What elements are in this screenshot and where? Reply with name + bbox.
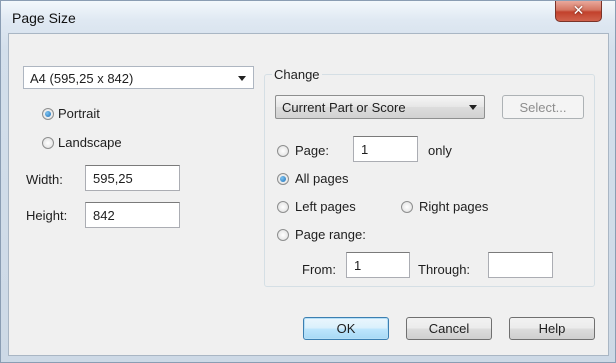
from-input[interactable]: 1 <box>346 252 410 278</box>
page-range-label[interactable]: Page range: <box>295 227 366 242</box>
close-button[interactable]: ✕ <box>555 1 602 22</box>
height-label: Height: <box>26 208 68 223</box>
help-button[interactable]: Help <box>509 317 595 340</box>
page-label[interactable]: Page: <box>295 143 329 158</box>
page-size-value: A4 (595,25 x 842) <box>30 71 134 86</box>
right-pages-radio[interactable] <box>401 201 413 213</box>
portrait-label[interactable]: Portrait <box>58 106 100 121</box>
width-input[interactable]: 595,25 <box>85 165 180 191</box>
page-range-radio[interactable] <box>277 229 289 241</box>
ok-button[interactable]: OK <box>303 317 389 340</box>
left-pages-label[interactable]: Left pages <box>295 199 356 214</box>
through-input[interactable] <box>488 252 553 278</box>
all-pages-radio[interactable] <box>277 173 289 185</box>
landscape-radio[interactable] <box>42 137 54 149</box>
portrait-radio[interactable] <box>42 108 54 120</box>
height-value: 842 <box>93 208 115 223</box>
dialog-body: A4 (595,25 x 842) Portrait Landscape Wid… <box>8 33 609 356</box>
change-group-label: Change <box>272 67 322 82</box>
all-pages-label[interactable]: All pages <box>295 171 348 186</box>
right-pages-label[interactable]: Right pages <box>419 199 488 214</box>
chevron-down-icon <box>238 76 246 81</box>
page-number-value: 1 <box>361 142 369 157</box>
landscape-label[interactable]: Landscape <box>58 135 122 150</box>
dialog-title: Page Size <box>12 10 76 26</box>
page-size-dialog: Page Size ✕ A4 (595,25 x 842) Portrait L… <box>0 0 616 363</box>
close-icon: ✕ <box>572 3 585 19</box>
page-number-input[interactable]: 1 <box>353 136 418 162</box>
select-button[interactable]: Select... <box>502 95 584 119</box>
page-size-dropdown[interactable]: A4 (595,25 x 842) <box>23 66 254 89</box>
chevron-down-icon <box>469 105 477 110</box>
page-radio[interactable] <box>277 145 289 157</box>
height-input[interactable]: 842 <box>85 202 180 228</box>
through-label: Through: <box>418 262 471 277</box>
left-pages-radio[interactable] <box>277 201 289 213</box>
width-label: Width: <box>26 172 63 187</box>
from-label: From: <box>302 262 336 277</box>
from-value: 1 <box>354 258 362 273</box>
width-value: 595,25 <box>93 171 133 186</box>
cancel-button[interactable]: Cancel <box>406 317 492 340</box>
only-label: only <box>428 143 452 158</box>
scope-value: Current Part or Score <box>282 100 406 115</box>
scope-dropdown[interactable]: Current Part or Score <box>275 95 485 119</box>
title-bar: Page Size ✕ <box>1 1 615 33</box>
